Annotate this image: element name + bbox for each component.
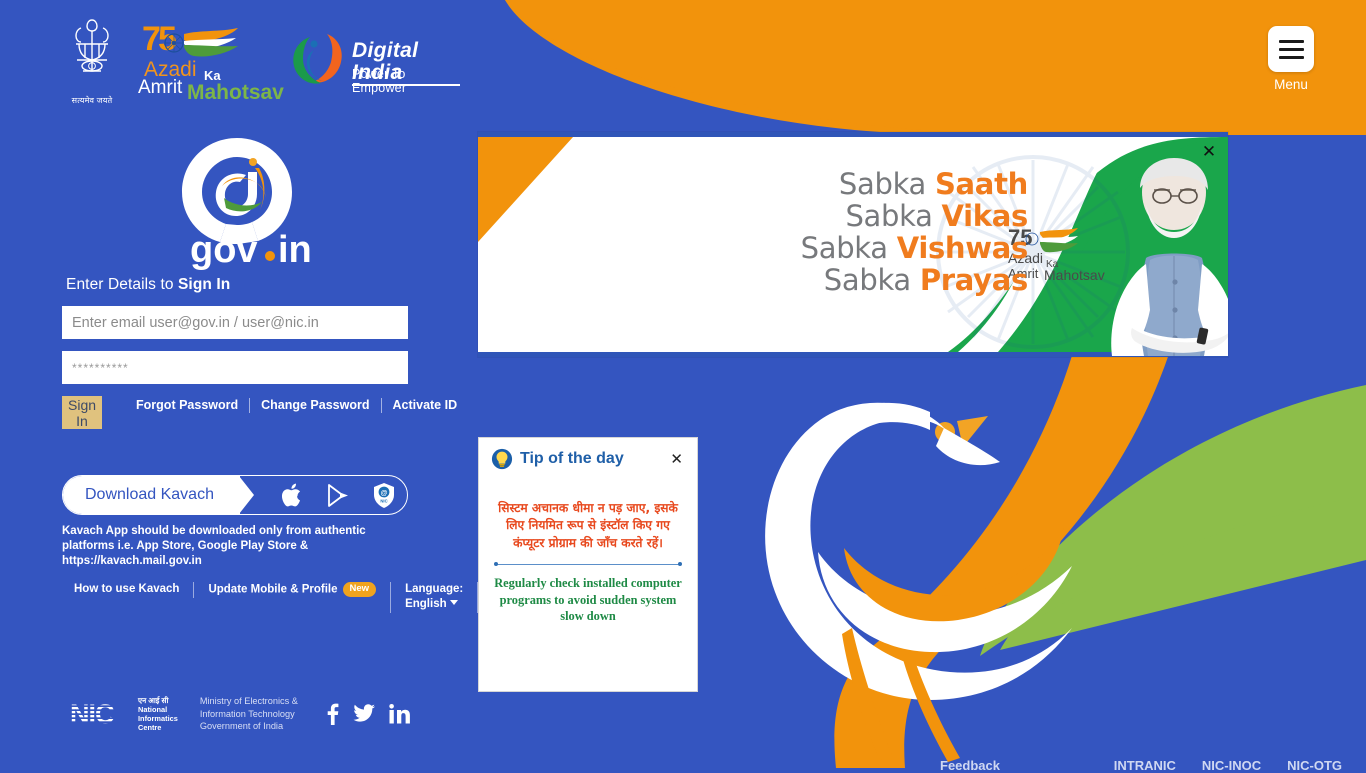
tip-header: Tip of the day ✕ <box>479 438 697 470</box>
signin-heading-bold: Sign In <box>177 276 231 293</box>
digital-india-icon <box>293 34 342 84</box>
svg-text:Mahotsav: Mahotsav <box>1044 267 1105 283</box>
banner-slogan: Sabka Saath Sabka Vikas Sabka Vishwas Sa… <box>568 167 1029 297</box>
nic-hindi: एन आई सी <box>138 695 169 705</box>
hamburger-icon[interactable] <box>1268 26 1314 72</box>
kavach-note: Kavach App should be downloaded only fro… <box>62 525 366 568</box>
update-mobile-profile-link[interactable]: Update Mobile & Profile New <box>193 581 390 598</box>
nic-subtitle: एन आई सी National Informatics Centre <box>138 696 178 732</box>
slogan-line-2: Sabka Vikas <box>845 198 1028 233</box>
orange-swoosh-top <box>505 0 1366 132</box>
tip-divider <box>494 562 682 567</box>
orange-swoosh-top2 <box>505 0 1366 135</box>
intranic-link[interactable]: INTRANIC <box>1114 758 1176 773</box>
activate-id-link[interactable]: Activate ID <box>380 398 469 413</box>
digital-india-tagline: Power To Empower <box>352 67 407 95</box>
twitter-icon[interactable] <box>353 704 375 724</box>
lightbulb-icon <box>491 448 513 470</box>
how-to-use-kavach-label: How to use Kavach <box>74 582 180 595</box>
hamburger-line <box>1278 55 1304 59</box>
peacock-graphic <box>765 402 1072 762</box>
tip-of-the-day-dialog: Tip of the day ✕ सिस्टम अचानक धीमा न पड़… <box>478 437 698 692</box>
sign-in-button[interactable]: Sign In <box>62 396 103 429</box>
ministry-line-1: Ministry of Electronics & <box>199 696 298 706</box>
new-badge: New <box>342 581 377 598</box>
svg-text:@: @ <box>381 490 388 497</box>
email-input[interactable] <box>62 306 408 339</box>
language-selector[interactable]: Language: English <box>390 581 477 613</box>
chevron-down-icon <box>449 600 458 606</box>
language-value[interactable]: English <box>405 598 447 610</box>
slogan-line-1: Sabka Saath <box>838 167 1028 201</box>
green-wedge2 <box>980 385 1366 656</box>
promo-banner: 75 Azadi Ka Amrit Mahotsav Sabka Saath S… <box>478 132 1228 357</box>
kavach-shield-icon[interactable]: @ NIC <box>372 482 396 509</box>
government-logos: सत्यमेव जयते 7 5 Azadi Ka Amrit Mahotsav… <box>62 14 460 114</box>
signin-heading: Enter Details to Sign In <box>66 276 412 294</box>
slogan-line-3: Sabka Vishwas <box>800 230 1029 265</box>
login-panel: gov in Enter Details to Sign In Sign In … <box>62 120 543 613</box>
forgot-password-link[interactable]: Forgot Password <box>126 398 249 413</box>
kavach-links-row: How to use Kavach Update Mobile & Profil… <box>62 581 543 613</box>
ministry-line-3: Government of India <box>199 721 284 732</box>
linkedin-icon[interactable] <box>389 704 410 724</box>
how-to-use-kavach-link[interactable]: How to use Kavach <box>62 582 193 598</box>
bottom-links: INTRANIC NIC-INOC NIC-OTG <box>0 758 1366 773</box>
tip-close-icon[interactable]: ✕ <box>666 452 687 467</box>
amrit-text: Amrit <box>138 77 183 98</box>
ministry-text: Ministry of Electronics & Information Te… <box>200 695 298 733</box>
hamburger-line <box>1278 39 1304 43</box>
nic-sub-line-3: Centre <box>138 723 162 733</box>
mahotsav-text: Mahotsav <box>187 81 284 104</box>
facebook-icon[interactable] <box>326 703 339 726</box>
emblem-caption: सत्यमेव जयते <box>71 96 113 105</box>
social-links <box>326 703 410 726</box>
update-mobile-profile-label: Update Mobile & Profile <box>208 583 338 596</box>
login-actions: Sign In Forgot Password Change Password … <box>62 396 457 429</box>
svg-text:gov: gov <box>190 229 258 270</box>
svg-text:in: in <box>278 229 312 270</box>
nic-otg-link[interactable]: NIC-OTG <box>1287 758 1342 773</box>
signin-heading-plain: Enter Details to <box>66 276 178 293</box>
azadi-ka-amrit-mahotsav-logo: 7 5 Azadi Ka Amrit Mahotsav <box>138 14 284 106</box>
ministry-line-2: Information Technology <box>199 708 295 719</box>
google-play-store-icon[interactable] <box>326 483 350 508</box>
menu-label: Menu <box>1274 77 1308 92</box>
tip-english-text: Regularly check installed computer progr… <box>494 575 682 624</box>
green-wedge <box>1000 390 1366 650</box>
digital-india-logo: Digital India Power To Empower <box>290 34 460 116</box>
svg-text:NIC: NIC <box>70 699 114 729</box>
tip-hindi-text: सिस्टम अचानक धीमा न पड़ जाए, इसके लिए नि… <box>498 501 678 550</box>
nic-logo[interactable]: NIC एन आई सी National Informatics Centre <box>70 696 178 732</box>
language-label: Language: <box>405 582 464 595</box>
nic-wordmark-icon: NIC <box>70 699 115 729</box>
nic-sub-line-1: National <box>138 705 168 714</box>
hamburger-line <box>1278 47 1304 51</box>
ashoka-emblem-icon <box>75 19 109 72</box>
password-input[interactable] <box>62 351 408 384</box>
kavach-store-icons: @ NIC <box>281 482 396 509</box>
slogan-line-4: Sabka Prayas <box>823 262 1029 297</box>
login-helper-links: Forgot Password Change Password Activate… <box>126 398 468 413</box>
banner-close-icon[interactable]: ✕ <box>1198 140 1220 162</box>
download-kavach-button[interactable]: Download Kavach <box>63 476 254 514</box>
nic-inoc-link[interactable]: NIC-INOC <box>1202 758 1261 773</box>
svg-text:NIC: NIC <box>380 498 387 503</box>
tip-title: Tip of the day <box>520 450 624 467</box>
download-kavach-bar: Download Kavach @ NIC <box>62 475 408 515</box>
apple-app-store-icon[interactable] <box>281 483 304 508</box>
menu-button-wrap[interactable]: Menu <box>1268 26 1314 92</box>
change-password-link[interactable]: Change Password <box>249 398 380 413</box>
nic-sub-line-2: Informatics <box>138 714 178 724</box>
footer: NIC एन आई सी National Informatics Centre… <box>70 695 410 733</box>
national-emblem: सत्यमेव जयते <box>62 14 122 110</box>
govin-logo: gov in <box>181 138 312 270</box>
